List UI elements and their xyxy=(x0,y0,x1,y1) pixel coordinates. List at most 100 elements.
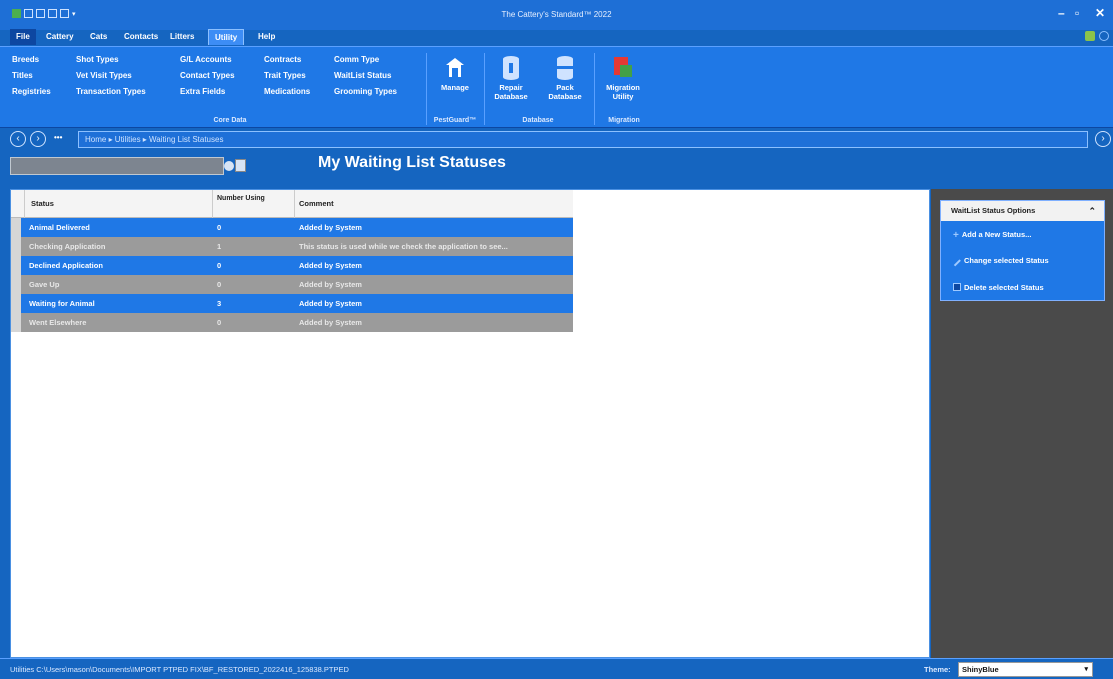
side-panel: WaitList Status Options ⌃ + Add a New Sta… xyxy=(931,189,1113,658)
ribbon-transaction-types[interactable]: Transaction Types xyxy=(76,87,146,96)
ribbon-grooming-types[interactable]: Grooming Types xyxy=(334,87,397,96)
search-input[interactable] xyxy=(10,157,224,175)
window-title: The Cattery's Standard™ 2022 xyxy=(501,10,612,19)
row-selector[interactable] xyxy=(11,218,21,237)
close-button[interactable]: ✕ xyxy=(1095,6,1105,20)
row-selector[interactable] xyxy=(11,313,21,332)
cell-status: Animal Delivered xyxy=(29,223,90,232)
status-path: Utilities C:\Users\mason\Documents\IMPOR… xyxy=(10,665,349,674)
column-header-comment[interactable]: Comment xyxy=(295,190,573,218)
pack-database-icon xyxy=(554,55,576,81)
page-title: My Waiting List Statuses xyxy=(318,154,506,171)
cell-status: Checking Application xyxy=(29,242,106,251)
tab-contacts[interactable]: Contacts xyxy=(118,29,164,45)
cell-number-using: 0 xyxy=(217,261,222,270)
cell-comment: This status is used while we check the a… xyxy=(299,242,508,251)
ribbon-contact-types[interactable]: Contact Types xyxy=(180,71,235,80)
ribbon-group-core-data: Core Data xyxy=(213,117,247,124)
nav-end-button[interactable]: › xyxy=(1095,131,1111,147)
breadcrumb[interactable]: Home ▸ Utilities ▸ Waiting List Statuses xyxy=(78,131,1088,148)
side-panel-title: WaitList Status Options xyxy=(951,206,1036,215)
ribbon-waitlist-status[interactable]: WaitList Status xyxy=(334,71,391,80)
ribbon-extra-fields[interactable]: Extra Fields xyxy=(180,87,225,96)
ribbon-shot-types[interactable]: Shot Types xyxy=(76,55,119,64)
table-row[interactable]: Went Elsewhere 0 Added by System xyxy=(11,313,573,332)
row-selector[interactable] xyxy=(11,237,21,256)
repair-database-icon xyxy=(500,55,522,81)
ribbon-registries[interactable]: Registries xyxy=(12,87,51,96)
tab-litters[interactable]: Litters xyxy=(164,29,200,45)
column-header-status[interactable]: Status xyxy=(25,190,213,218)
cell-status: Went Elsewhere xyxy=(29,318,87,327)
waitlist-options-box: WaitList Status Options ⌃ + Add a New Sta… xyxy=(940,200,1105,301)
cell-comment: Added by System xyxy=(299,280,362,289)
tab-help[interactable]: Help xyxy=(252,29,281,45)
tab-utility[interactable]: Utility xyxy=(208,29,245,45)
content-area: Status Number Using Comment Animal Deliv… xyxy=(10,189,930,658)
ribbon-gl-accounts[interactable]: G/L Accounts xyxy=(180,55,232,64)
migration-utility-button[interactable]: Migration Utility xyxy=(598,55,648,101)
cell-comment: Added by System xyxy=(299,299,362,308)
pack-database-button[interactable]: Pack Database xyxy=(540,55,590,101)
row-selector-header xyxy=(11,190,25,218)
more-button[interactable]: ••• xyxy=(54,133,62,142)
table-row[interactable]: Declined Application 0 Added by System xyxy=(11,256,573,275)
ribbon-comm-type[interactable]: Comm Type xyxy=(334,55,379,64)
navigation-bar: ‹ › ••• Home ▸ Utilities ▸ Waiting List … xyxy=(0,128,1113,150)
cell-number-using: 3 xyxy=(217,299,222,308)
tab-cats[interactable]: Cats xyxy=(84,29,113,45)
ribbon-separator xyxy=(484,53,485,125)
theme-icon[interactable] xyxy=(1085,31,1095,41)
pestguard-manage-icon xyxy=(444,55,466,81)
tab-file[interactable]: File xyxy=(10,29,36,45)
table-row[interactable]: Checking Application 1 This status is us… xyxy=(11,237,573,256)
delete-status-link[interactable]: Delete selected Status xyxy=(953,283,1044,292)
ribbon-titles[interactable]: Titles xyxy=(12,71,33,80)
collapse-chevron-icon[interactable]: ⌃ xyxy=(1088,201,1096,221)
pencil-icon xyxy=(953,258,961,267)
tab-cattery[interactable]: Cattery xyxy=(40,29,80,45)
menu-bar: File Cattery Cats Contacts Litters Utili… xyxy=(0,28,1113,46)
cell-status: Gave Up xyxy=(29,280,60,289)
row-selector[interactable] xyxy=(11,294,21,313)
ribbon-medications[interactable]: Medications xyxy=(264,87,310,96)
migration-utility-icon xyxy=(612,55,634,81)
repair-database-button[interactable]: Repair Database xyxy=(486,55,536,101)
help-circle-icon[interactable] xyxy=(1099,31,1109,41)
ribbon-breeds[interactable]: Breeds xyxy=(12,55,39,64)
back-button[interactable]: ‹ xyxy=(10,131,26,147)
forward-button[interactable]: › xyxy=(30,131,46,147)
cell-number-using: 0 xyxy=(217,280,222,289)
pack-database-label: Pack Database xyxy=(548,83,582,101)
theme-select[interactable]: ShinyBlue ▾ xyxy=(958,662,1093,677)
table-row[interactable]: Gave Up 0 Added by System xyxy=(11,275,573,294)
ribbon-vet-visit-types[interactable]: Vet Visit Types xyxy=(76,71,132,80)
minimize-button[interactable]: – xyxy=(1058,6,1065,20)
change-status-link[interactable]: Change selected Status xyxy=(953,256,1049,267)
restore-button[interactable]: ▫ xyxy=(1075,6,1079,20)
chevron-down-icon: ▾ xyxy=(1084,666,1088,673)
cell-number-using: 1 xyxy=(217,242,222,251)
theme-label: Theme: xyxy=(924,665,951,674)
ribbon-group-migration: Migration xyxy=(608,117,640,124)
row-selector[interactable] xyxy=(11,275,21,294)
column-header-number-using[interactable]: Number Using xyxy=(213,190,295,218)
row-selector[interactable] xyxy=(11,256,21,275)
table-row[interactable]: Animal Delivered 0 Added by System xyxy=(11,218,573,237)
ribbon-separator xyxy=(426,53,427,125)
migration-utility-label: Migration Utility xyxy=(606,83,640,101)
repair-database-label: Repair Database xyxy=(494,83,528,101)
manage-button[interactable]: Manage xyxy=(430,55,480,92)
menu-right-icons xyxy=(1085,31,1109,41)
side-panel-header[interactable]: WaitList Status Options ⌃ xyxy=(941,201,1104,221)
ribbon: Breeds Titles Registries Shot Types Vet … xyxy=(0,46,1113,128)
ribbon-contracts[interactable]: Contracts xyxy=(264,55,301,64)
table-row[interactable]: Waiting for Animal 3 Added by System xyxy=(11,294,573,313)
ribbon-trait-types[interactable]: Trait Types xyxy=(264,71,306,80)
calendar-icon[interactable] xyxy=(235,159,246,172)
add-status-link[interactable]: + Add a New Status... xyxy=(953,230,1031,241)
plus-icon: + xyxy=(953,230,959,241)
ribbon-group-database: Database xyxy=(522,117,554,124)
cell-number-using: 0 xyxy=(217,223,222,232)
search-clear-icon[interactable] xyxy=(224,161,234,171)
